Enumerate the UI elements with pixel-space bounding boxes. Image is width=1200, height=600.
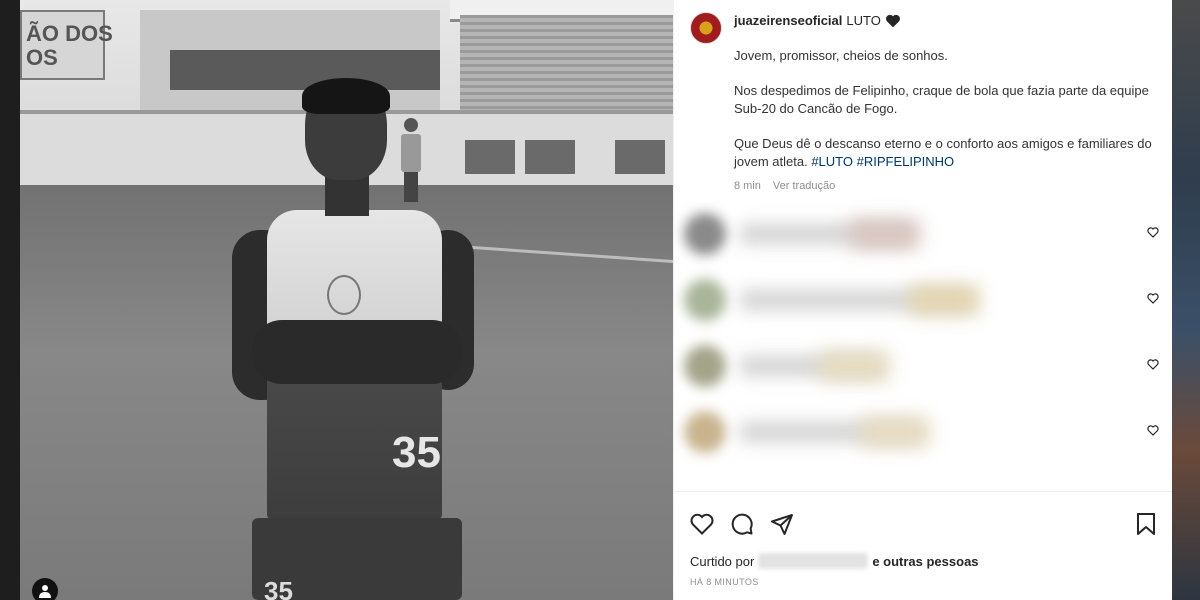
post-caption: juazeirenseoficial LUTO Jovem, promissor… [674,0,1172,195]
like-heart-icon[interactable] [690,513,714,535]
heart-icon[interactable] [1147,227,1159,238]
caption-paragraph: Nos despedimos de Felipinho, craque de b… [734,83,1149,116]
post-side-panel: juazeirenseoficial LUTO Jovem, promissor… [673,0,1172,600]
heart-icon[interactable] [1147,425,1159,436]
comment-avatar [684,411,726,453]
background-left [0,0,20,600]
caption-title: LUTO [846,13,881,28]
post-photo[interactable]: ÃO DOS OS 35 35 [20,0,673,600]
comment-item [674,341,1173,391]
comment-item [674,407,1173,457]
shorts-number: 35 [264,576,293,600]
likes-line: Curtido por e outras pessoas [674,541,1172,569]
bookmark-icon[interactable] [1136,512,1156,536]
likes-prefix: Curtido por [690,553,755,569]
photo-window [615,140,665,174]
comment-emoji [820,351,890,381]
caption-paragraph: Jovem, promissor, cheios de sonhos. [734,48,948,63]
heart-icon[interactable] [1147,293,1159,304]
hashtag-link[interactable]: #LUTO #RIPFELIPINHO [811,154,954,169]
comment-icon[interactable] [730,512,754,536]
comment-avatar [684,345,726,387]
photo-stand [460,15,673,115]
comments-list [674,209,1172,471]
player-hair [302,78,390,114]
comment-avatar [684,213,726,255]
heart-icon[interactable] [1147,359,1159,370]
caption-username[interactable]: juazeirenseoficial [734,12,842,30]
jersey-number: 35 [392,428,441,477]
post-modal: ÃO DOS OS 35 35 juazeirenseoficial LUTO … [20,0,1172,600]
comment-item [674,275,1173,325]
avatar[interactable] [690,12,722,44]
photo-window [525,140,575,174]
liker-name-blurred[interactable] [758,553,869,569]
photo-player: 35 35 [232,78,474,600]
comment-emoji [850,219,920,249]
translate-link[interactable]: Ver tradução [773,177,835,195]
background-right [1172,0,1200,600]
action-bar [674,491,1172,541]
comment-emoji [910,285,980,315]
caption-paragraph: Que Deus dê o descanso eterno e o confor… [734,135,1154,171]
photo-window [465,140,515,174]
player-crossed-arms [252,320,462,384]
user-tag-icon[interactable] [32,578,58,600]
caption-time: 8 min [734,180,761,192]
likes-suffix[interactable]: e outras pessoas [872,554,978,569]
player-crest [327,275,361,315]
share-icon[interactable] [770,512,794,536]
comment-emoji [860,417,930,447]
comment-item [674,209,1173,259]
black-heart-icon [885,14,900,28]
post-timestamp: HÁ 8 MINUTOS [690,577,759,587]
photo-sign: ÃO DOS OS [20,10,113,80]
comment-avatar [684,279,726,321]
